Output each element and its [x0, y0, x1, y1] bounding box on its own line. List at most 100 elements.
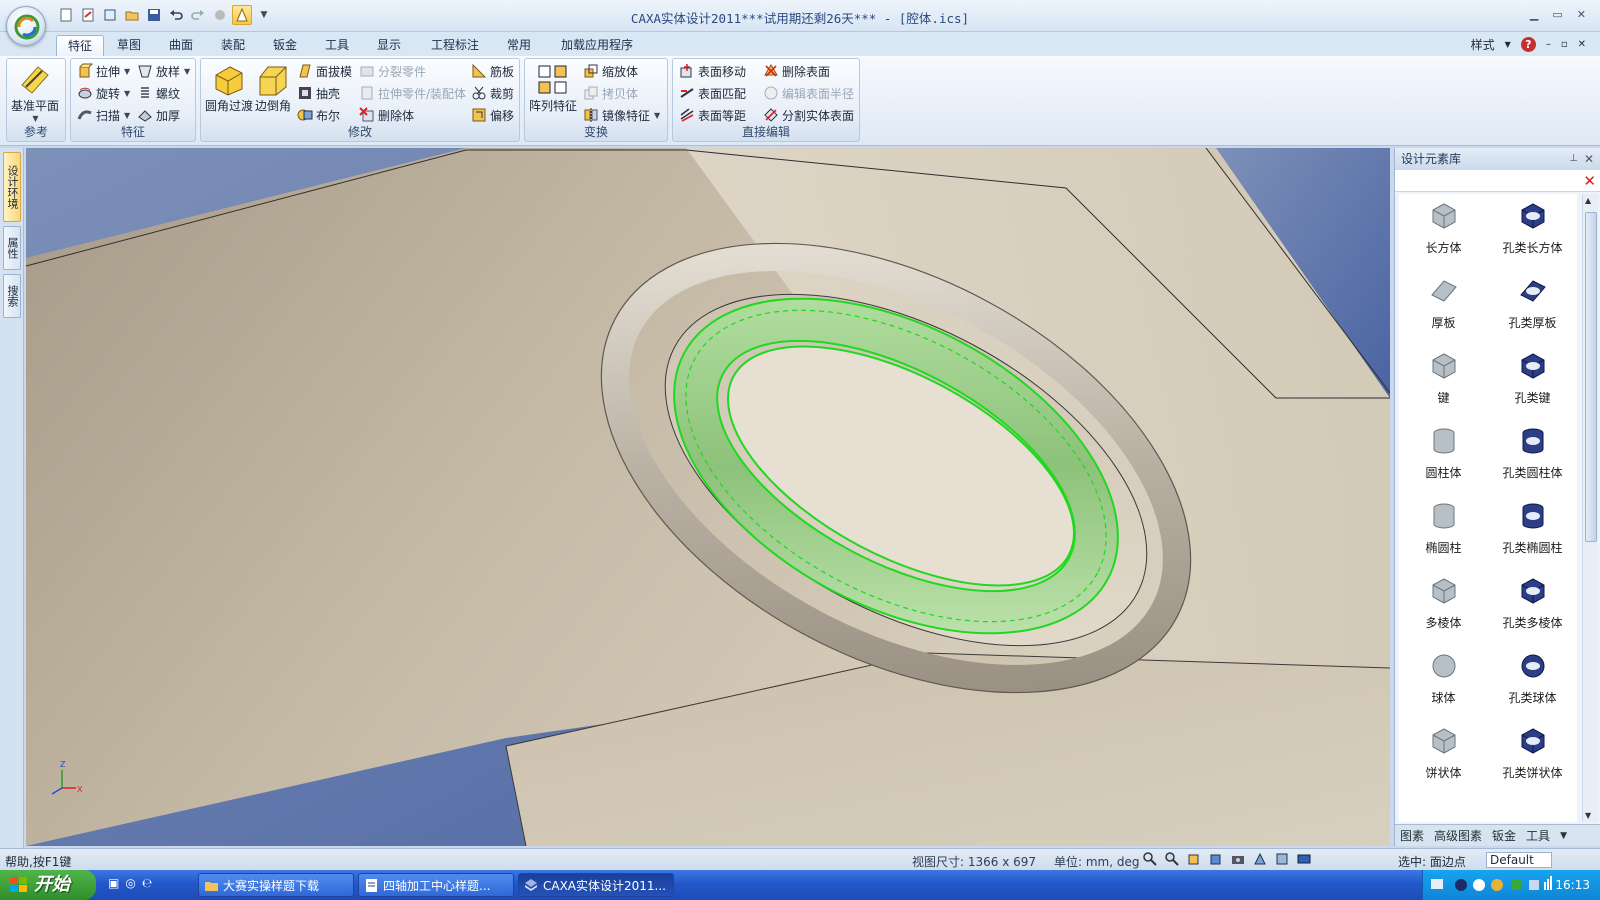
tab-properties[interactable]: 属性	[3, 226, 21, 270]
revolve-dropdown-icon[interactable]: ▼	[124, 89, 130, 98]
tab-advanced-primitives[interactable]: 高级图素	[1429, 827, 1487, 844]
sweep-dropdown-icon[interactable]: ▼	[124, 111, 130, 120]
tab-display[interactable]: 显示	[366, 35, 412, 56]
datum-plane-dropdown-icon[interactable]: ▼	[32, 114, 38, 123]
render-style-icon[interactable]	[1252, 851, 1268, 867]
extrude-dropdown-icon[interactable]: ▼	[124, 67, 130, 76]
fillet-button[interactable]: 圆角过渡	[205, 63, 253, 114]
library-item[interactable]: 孔类椭圆柱	[1488, 494, 1577, 568]
camera-icon[interactable]	[1230, 851, 1246, 867]
tab-search[interactable]: 搜索	[3, 274, 21, 318]
chamfer-button[interactable]: 边倒角	[255, 63, 291, 114]
tab-feature[interactable]: 特征	[56, 35, 105, 56]
task-caxa[interactable]: CAXA实体设计2011...	[518, 873, 674, 897]
thread-button[interactable]: 螺纹	[137, 83, 180, 103]
pin-icon[interactable]: ⊥	[1569, 148, 1578, 170]
close-icon[interactable]: ✕	[1577, 8, 1586, 21]
style-dropdown-icon[interactable]: ▼	[1505, 40, 1511, 49]
split-face-button[interactable]: 分割实体表面	[763, 105, 854, 125]
loft-dropdown-icon[interactable]: ▼	[184, 67, 190, 76]
tab-common[interactable]: 常用	[496, 35, 542, 56]
split-part-button[interactable]: 分裂零件	[359, 61, 426, 81]
library-item[interactable]: 键	[1399, 344, 1488, 418]
move-face-button[interactable]: 表面移动	[679, 61, 746, 81]
mirror-button[interactable]: 镜像特征 ▼	[583, 105, 660, 125]
scale-button[interactable]: 缩放体	[583, 61, 638, 81]
status-selection-filter[interactable]: 选中: 面边点	[1398, 853, 1466, 870]
extrude-part-button[interactable]: 拉伸零件/装配体	[359, 83, 466, 103]
tab-tools[interactable]: 工具	[314, 35, 360, 56]
boolean-button[interactable]: 布尔	[297, 105, 340, 125]
sweep-button[interactable]: 扫描 ▼	[77, 105, 130, 125]
tab-design-environment[interactable]: 设计环境	[3, 152, 21, 222]
loft-button[interactable]: 放样 ▼	[137, 61, 190, 81]
delete-face-button[interactable]: 删除表面	[763, 61, 830, 81]
offset-button[interactable]: 偏移	[471, 105, 514, 125]
library-item[interactable]: 孔类厚板	[1488, 269, 1577, 343]
tab-library-tools[interactable]: 工具	[1521, 827, 1555, 844]
ribbon-restore-icon[interactable]: ▫	[1561, 39, 1568, 50]
maximize-icon[interactable]: ▭	[1552, 8, 1562, 21]
style-select[interactable]: Default	[1486, 852, 1552, 868]
library-scrollbar[interactable]: ▲ ▼	[1582, 194, 1598, 822]
library-item[interactable]: 长方体	[1399, 194, 1488, 268]
app-menu-button[interactable]	[6, 6, 46, 46]
shell-button[interactable]: 抽壳	[297, 83, 340, 103]
ribbon-minimize-icon[interactable]: –	[1546, 39, 1551, 50]
tab-sketch[interactable]: 草图	[106, 35, 152, 56]
library-item[interactable]: 孔类球体	[1488, 644, 1577, 718]
tab-assembly[interactable]: 装配	[210, 35, 256, 56]
tab-sheetmetal[interactable]: 钣金	[262, 35, 308, 56]
library-item[interactable]: 球体	[1399, 644, 1488, 718]
scroll-up-icon[interactable]: ▲	[1585, 196, 1591, 205]
thicken-button[interactable]: 加厚	[137, 105, 180, 125]
help-icon[interactable]: ?	[1520, 37, 1536, 52]
zoom-icon[interactable]	[1164, 851, 1180, 867]
trim-button[interactable]: 裁剪	[471, 83, 514, 103]
edit-radius-button[interactable]: 编辑表面半径	[763, 83, 854, 103]
tab-surface[interactable]: 曲面	[158, 35, 204, 56]
panel-tabs-menu-icon[interactable]: ▼	[1555, 831, 1572, 841]
tab-library-sheetmetal[interactable]: 钣金	[1487, 827, 1521, 844]
library-item[interactable]: 厚板	[1399, 269, 1488, 343]
revolve-button[interactable]: 旋转 ▼	[77, 83, 130, 103]
scroll-thumb[interactable]	[1585, 212, 1597, 542]
tab-addins[interactable]: 加载应用程序	[550, 35, 644, 56]
offset-face-button[interactable]: 表面等距	[679, 105, 746, 125]
library-item[interactable]: 孔类圆柱体	[1488, 419, 1577, 493]
zoom-fit-icon[interactable]	[1142, 851, 1158, 867]
library-item[interactable]: 椭圆柱	[1399, 494, 1488, 568]
quick-launch-browser-icon[interactable]: ◎	[125, 876, 135, 890]
match-face-button[interactable]: 表面匹配	[679, 83, 746, 103]
copy-body-button[interactable]: 拷贝体	[583, 83, 638, 103]
panel-close-icon[interactable]: ✕	[1584, 148, 1594, 170]
draft-button[interactable]: 面拔模	[297, 61, 352, 81]
library-item[interactable]: 孔类饼状体	[1488, 719, 1577, 793]
minimize-icon[interactable]: ▁	[1530, 8, 1538, 21]
rib-button[interactable]: 筋板	[471, 61, 514, 81]
quick-launch-explorer-icon[interactable]: ▣	[108, 876, 119, 890]
scroll-down-icon[interactable]: ▼	[1585, 811, 1591, 820]
library-item[interactable]: 饼状体	[1399, 719, 1488, 793]
library-item[interactable]: 孔类键	[1488, 344, 1577, 418]
view-orient-icon[interactable]	[1186, 851, 1202, 867]
datum-plane-button[interactable]: 基准平面 ▼	[11, 63, 59, 123]
3d-viewport[interactable]: Z X	[26, 148, 1390, 846]
shading-icon[interactable]	[1274, 851, 1290, 867]
task-download-folder[interactable]: 大赛实操样题下载	[198, 873, 354, 897]
pattern-button[interactable]: 阵列特征	[529, 63, 577, 114]
ribbon-close-icon[interactable]: ✕	[1578, 39, 1586, 50]
tab-primitives[interactable]: 图素	[1395, 827, 1429, 844]
library-item[interactable]: 孔类长方体	[1488, 194, 1577, 268]
style-menu[interactable]: 样式	[1471, 36, 1495, 53]
delete-body-button[interactable]: 删除体	[359, 105, 414, 125]
library-item[interactable]: 圆柱体	[1399, 419, 1488, 493]
extrude-button[interactable]: 拉伸 ▼	[77, 61, 130, 81]
library-item[interactable]: 孔类多棱体	[1488, 569, 1577, 643]
start-button[interactable]: 开始	[0, 870, 96, 900]
quick-launch-ie-icon[interactable]: ℮	[142, 876, 152, 890]
tab-annotation[interactable]: 工程标注	[420, 35, 490, 56]
standard-view-icon[interactable]	[1208, 851, 1224, 867]
display-mode-icon[interactable]	[1296, 851, 1312, 867]
library-close-icon[interactable]: ✕	[1583, 172, 1596, 190]
